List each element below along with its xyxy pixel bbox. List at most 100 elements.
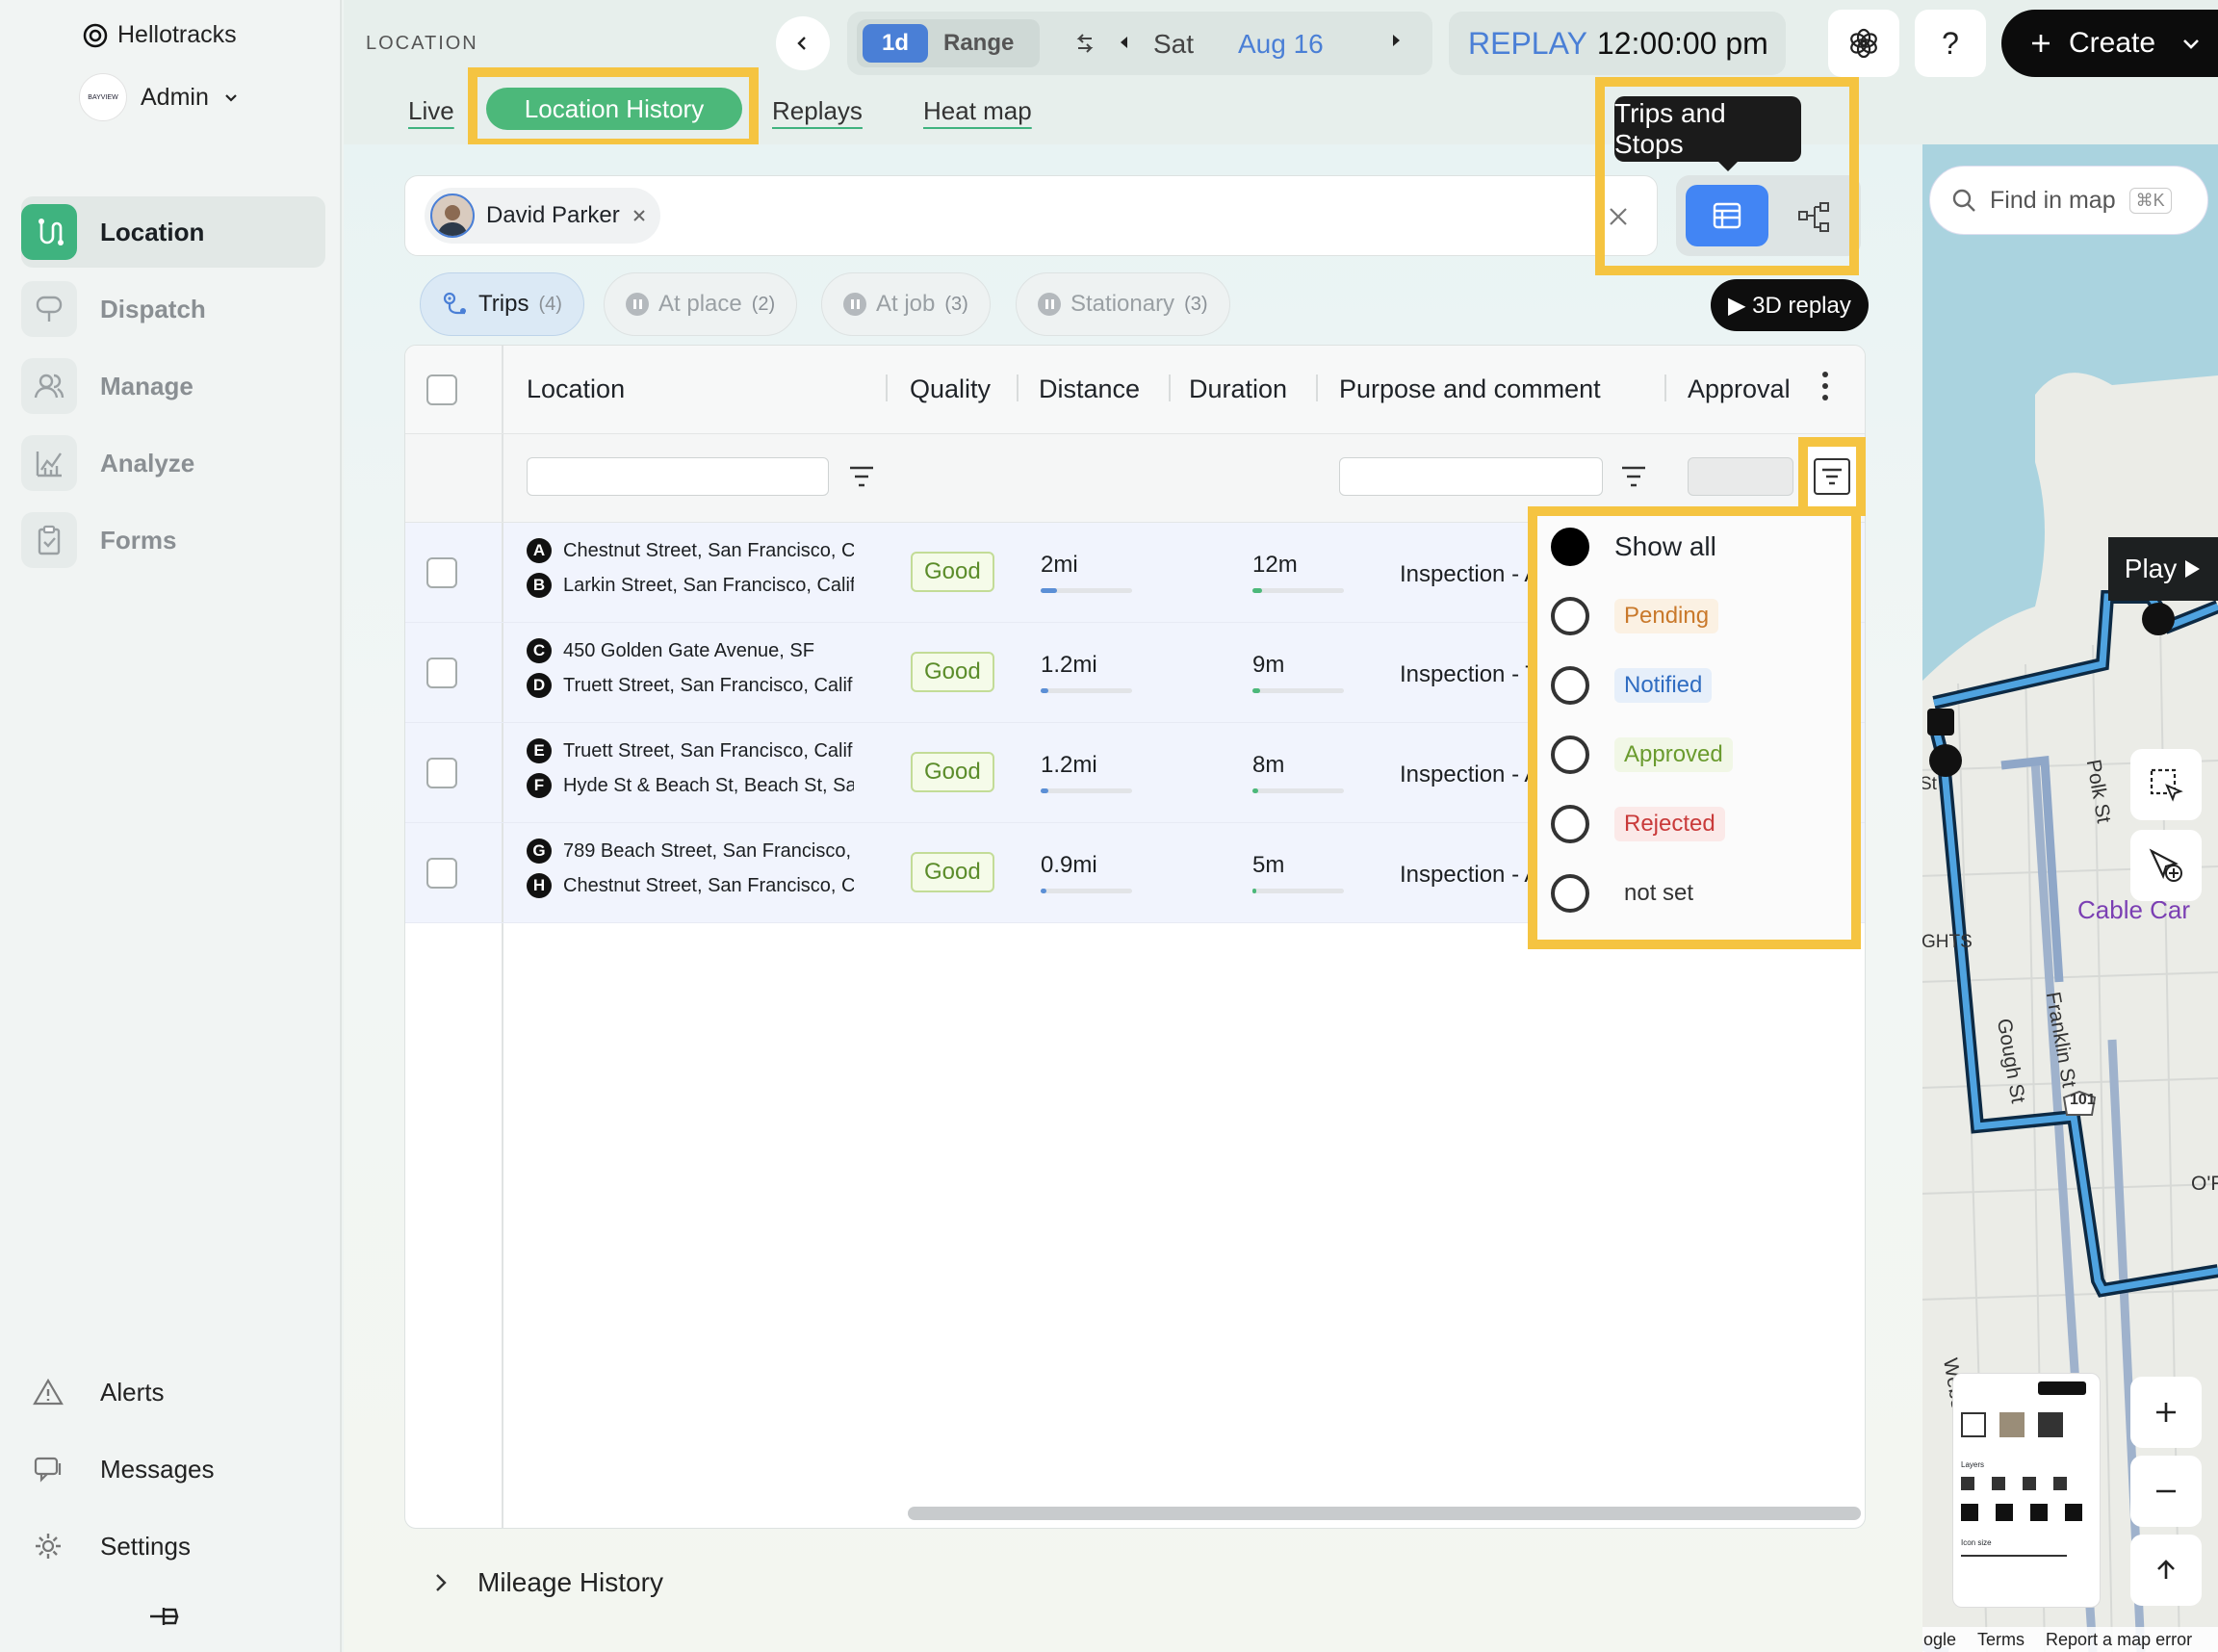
filter-icon	[1814, 458, 1850, 495]
segment-1d[interactable]: 1d	[863, 24, 928, 63]
marker-badge: H	[527, 873, 552, 898]
chart-icon	[21, 435, 77, 491]
address-text: Chestnut Street, San Francisco, C	[563, 874, 854, 896]
nav-alerts[interactable]: Alerts	[33, 1377, 164, 1407]
next-day-icon[interactable]	[1386, 31, 1406, 50]
radio[interactable]	[1551, 666, 1589, 705]
map-report-link[interactable]: Report a map error	[2046, 1630, 2192, 1650]
map-terms-link[interactable]: Terms	[1977, 1630, 2025, 1650]
radio[interactable]	[1551, 736, 1589, 774]
nav-manage[interactable]: Manage	[21, 350, 325, 422]
row-checkbox[interactable]	[426, 858, 457, 889]
filter-trips[interactable]: Trips (4)	[420, 272, 584, 336]
pin-sidebar-icon[interactable]	[146, 1602, 185, 1631]
filter-at-job[interactable]: At job (3)	[821, 272, 991, 336]
tab-heat-map[interactable]: Heat map	[923, 96, 1032, 126]
user-selector[interactable]: David Parker	[404, 175, 1692, 256]
radio[interactable]	[1551, 874, 1589, 913]
mileage-history-toggle[interactable]: Mileage History	[433, 1567, 663, 1598]
select-all-checkbox[interactable]	[426, 374, 457, 405]
to-address: H Chestnut Street, San Francisco, C	[527, 873, 854, 898]
column-menu-icon[interactable]	[1818, 369, 1832, 403]
nav-dispatch[interactable]: Dispatch	[21, 273, 325, 345]
col-approval[interactable]: Approval	[1688, 374, 1791, 404]
zoom-out-button[interactable]	[2130, 1456, 2202, 1527]
account-switcher[interactable]: BAYVIEW Admin	[79, 73, 240, 121]
filter-icon[interactable]	[1620, 465, 1647, 488]
filter-icon[interactable]	[848, 465, 875, 488]
prev-day-icon[interactable]	[1115, 33, 1134, 52]
brand[interactable]: Hellotracks	[83, 21, 237, 49]
segment-range[interactable]: Range	[943, 24, 1014, 63]
row-checkbox[interactable]	[426, 557, 457, 588]
nav-settings[interactable]: Settings	[33, 1531, 191, 1562]
row-checkbox[interactable]	[426, 658, 457, 688]
arrow-up-icon	[2154, 1558, 2179, 1583]
pause-icon	[843, 293, 866, 316]
map-style-panel[interactable]: Layers Icon size	[1952, 1373, 2101, 1608]
replay-time[interactable]: REPLAY 12:00:00 pm	[1449, 12, 1786, 75]
3d-replay-button[interactable]: ▶ 3D replay	[1711, 279, 1869, 331]
add-place-button[interactable]	[2130, 830, 2202, 901]
find-in-map-search[interactable]: Find in map ⌘K	[1929, 166, 2208, 235]
option-approved[interactable]: Approved	[1551, 736, 1733, 774]
remove-chip-icon[interactable]	[632, 208, 647, 223]
play-button[interactable]: Play	[2108, 537, 2218, 601]
create-button[interactable]: Create	[2001, 10, 2218, 77]
col-duration[interactable]: Duration	[1189, 374, 1287, 404]
approval-filter-button[interactable]	[1798, 437, 1866, 516]
tab-live[interactable]: Live	[408, 96, 454, 126]
filter-at-place[interactable]: At place (2)	[604, 272, 798, 336]
col-separator	[1664, 374, 1666, 401]
option-pending[interactable]: Pending	[1551, 597, 1719, 635]
radio[interactable]	[1551, 805, 1589, 843]
to-address: D Truett Street, San Francisco, Calif	[527, 673, 854, 698]
radio[interactable]	[1551, 597, 1589, 635]
nav-forms[interactable]: Forms	[21, 504, 325, 576]
box-select-button[interactable]	[2130, 749, 2202, 820]
horizontal-scrollbar[interactable]	[908, 1507, 1861, 1520]
ai-assistant-button[interactable]	[1828, 10, 1899, 77]
search-icon	[1951, 188, 1976, 213]
reset-north-button[interactable]	[2130, 1535, 2202, 1606]
row-checkbox[interactable]	[426, 758, 457, 788]
option-notified[interactable]: Notified	[1551, 666, 1713, 705]
nav-location[interactable]: Location	[21, 196, 325, 268]
search-placeholder: Find in map	[1990, 186, 2116, 214]
nav-label: Forms	[100, 525, 177, 555]
approval-filter-input[interactable]	[1688, 457, 1793, 496]
approval-filter-menu: Show all Pending Notified Approved Rejec…	[1528, 506, 1861, 949]
tooltip-arrow	[1716, 160, 1740, 171]
minus-icon	[2154, 1479, 2179, 1504]
help-button[interactable]: ?	[1915, 10, 1986, 77]
user-chip[interactable]: David Parker	[425, 188, 660, 244]
col-distance[interactable]: Distance	[1039, 374, 1140, 404]
route-pin-icon	[442, 291, 469, 318]
option-not-set[interactable]: not set	[1551, 874, 1703, 913]
col-quality[interactable]: Quality	[910, 374, 991, 404]
status-badge: Approved	[1614, 737, 1733, 772]
col-purpose[interactable]: Purpose and comment	[1339, 374, 1601, 404]
option-show-all[interactable]: Show all	[1551, 528, 1716, 566]
date-label[interactable]: Aug 16	[1238, 29, 1324, 60]
user-name: David Parker	[486, 202, 620, 228]
location-filter-input[interactable]	[527, 457, 829, 496]
layers-title: Layers	[1961, 1460, 1985, 1469]
nav-messages[interactable]: Messages	[33, 1454, 215, 1484]
marker-badge: A	[527, 538, 552, 563]
zoom-in-button[interactable]	[2130, 1377, 2202, 1448]
distance-value: 1.2mi	[1041, 652, 1097, 678]
swap-icon[interactable]	[1072, 31, 1097, 56]
nav-label: Location	[100, 217, 205, 246]
purpose-filter-input[interactable]	[1339, 457, 1603, 496]
tab-replays[interactable]: Replays	[772, 96, 863, 126]
nav-analyze[interactable]: Analyze	[21, 427, 325, 499]
filter-label: At job	[876, 291, 936, 317]
option-rejected[interactable]: Rejected	[1551, 805, 1725, 843]
col-location[interactable]: Location	[527, 374, 625, 404]
account-name: Admin	[141, 83, 209, 111]
filter-stationary[interactable]: Stationary (3)	[1016, 272, 1230, 336]
status-badge: Notified	[1614, 668, 1713, 703]
radio-selected[interactable]	[1551, 528, 1589, 566]
collapse-back-button[interactable]	[776, 16, 830, 70]
